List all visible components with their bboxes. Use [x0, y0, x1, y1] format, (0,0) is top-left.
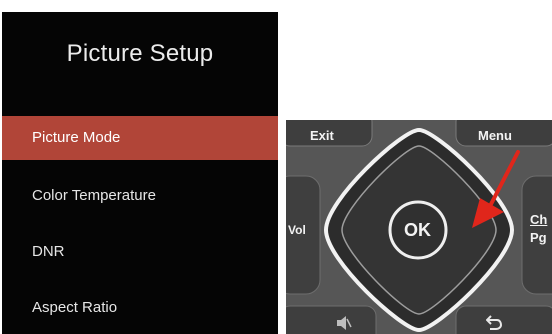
- menu-title: Picture Setup: [66, 40, 214, 67]
- pg-label[interactable]: Pg: [530, 230, 547, 245]
- ch-label[interactable]: Ch: [530, 212, 547, 227]
- menu-item-picture-mode[interactable]: Picture Mode: [2, 116, 278, 160]
- menu-button[interactable]: Menu: [478, 128, 512, 143]
- remote-control-image: Exit Menu Vol OK Ch Pg: [286, 120, 552, 334]
- ok-button[interactable]: OK: [404, 220, 431, 241]
- picture-setup-menu: Picture Setup Picture Mode Color Tempera…: [2, 12, 278, 334]
- return-icon[interactable]: [486, 314, 502, 330]
- menu-item-aspect-ratio[interactable]: Aspect Ratio: [2, 286, 278, 330]
- vol-button[interactable]: Vol: [288, 223, 306, 237]
- exit-button[interactable]: Exit: [310, 128, 334, 143]
- menu-item-color-temperature[interactable]: Color Temperature: [2, 174, 278, 218]
- menu-item-dnr[interactable]: DNR: [2, 230, 278, 274]
- pointer-arrow-icon: [472, 150, 520, 228]
- mute-icon[interactable]: [336, 316, 352, 330]
